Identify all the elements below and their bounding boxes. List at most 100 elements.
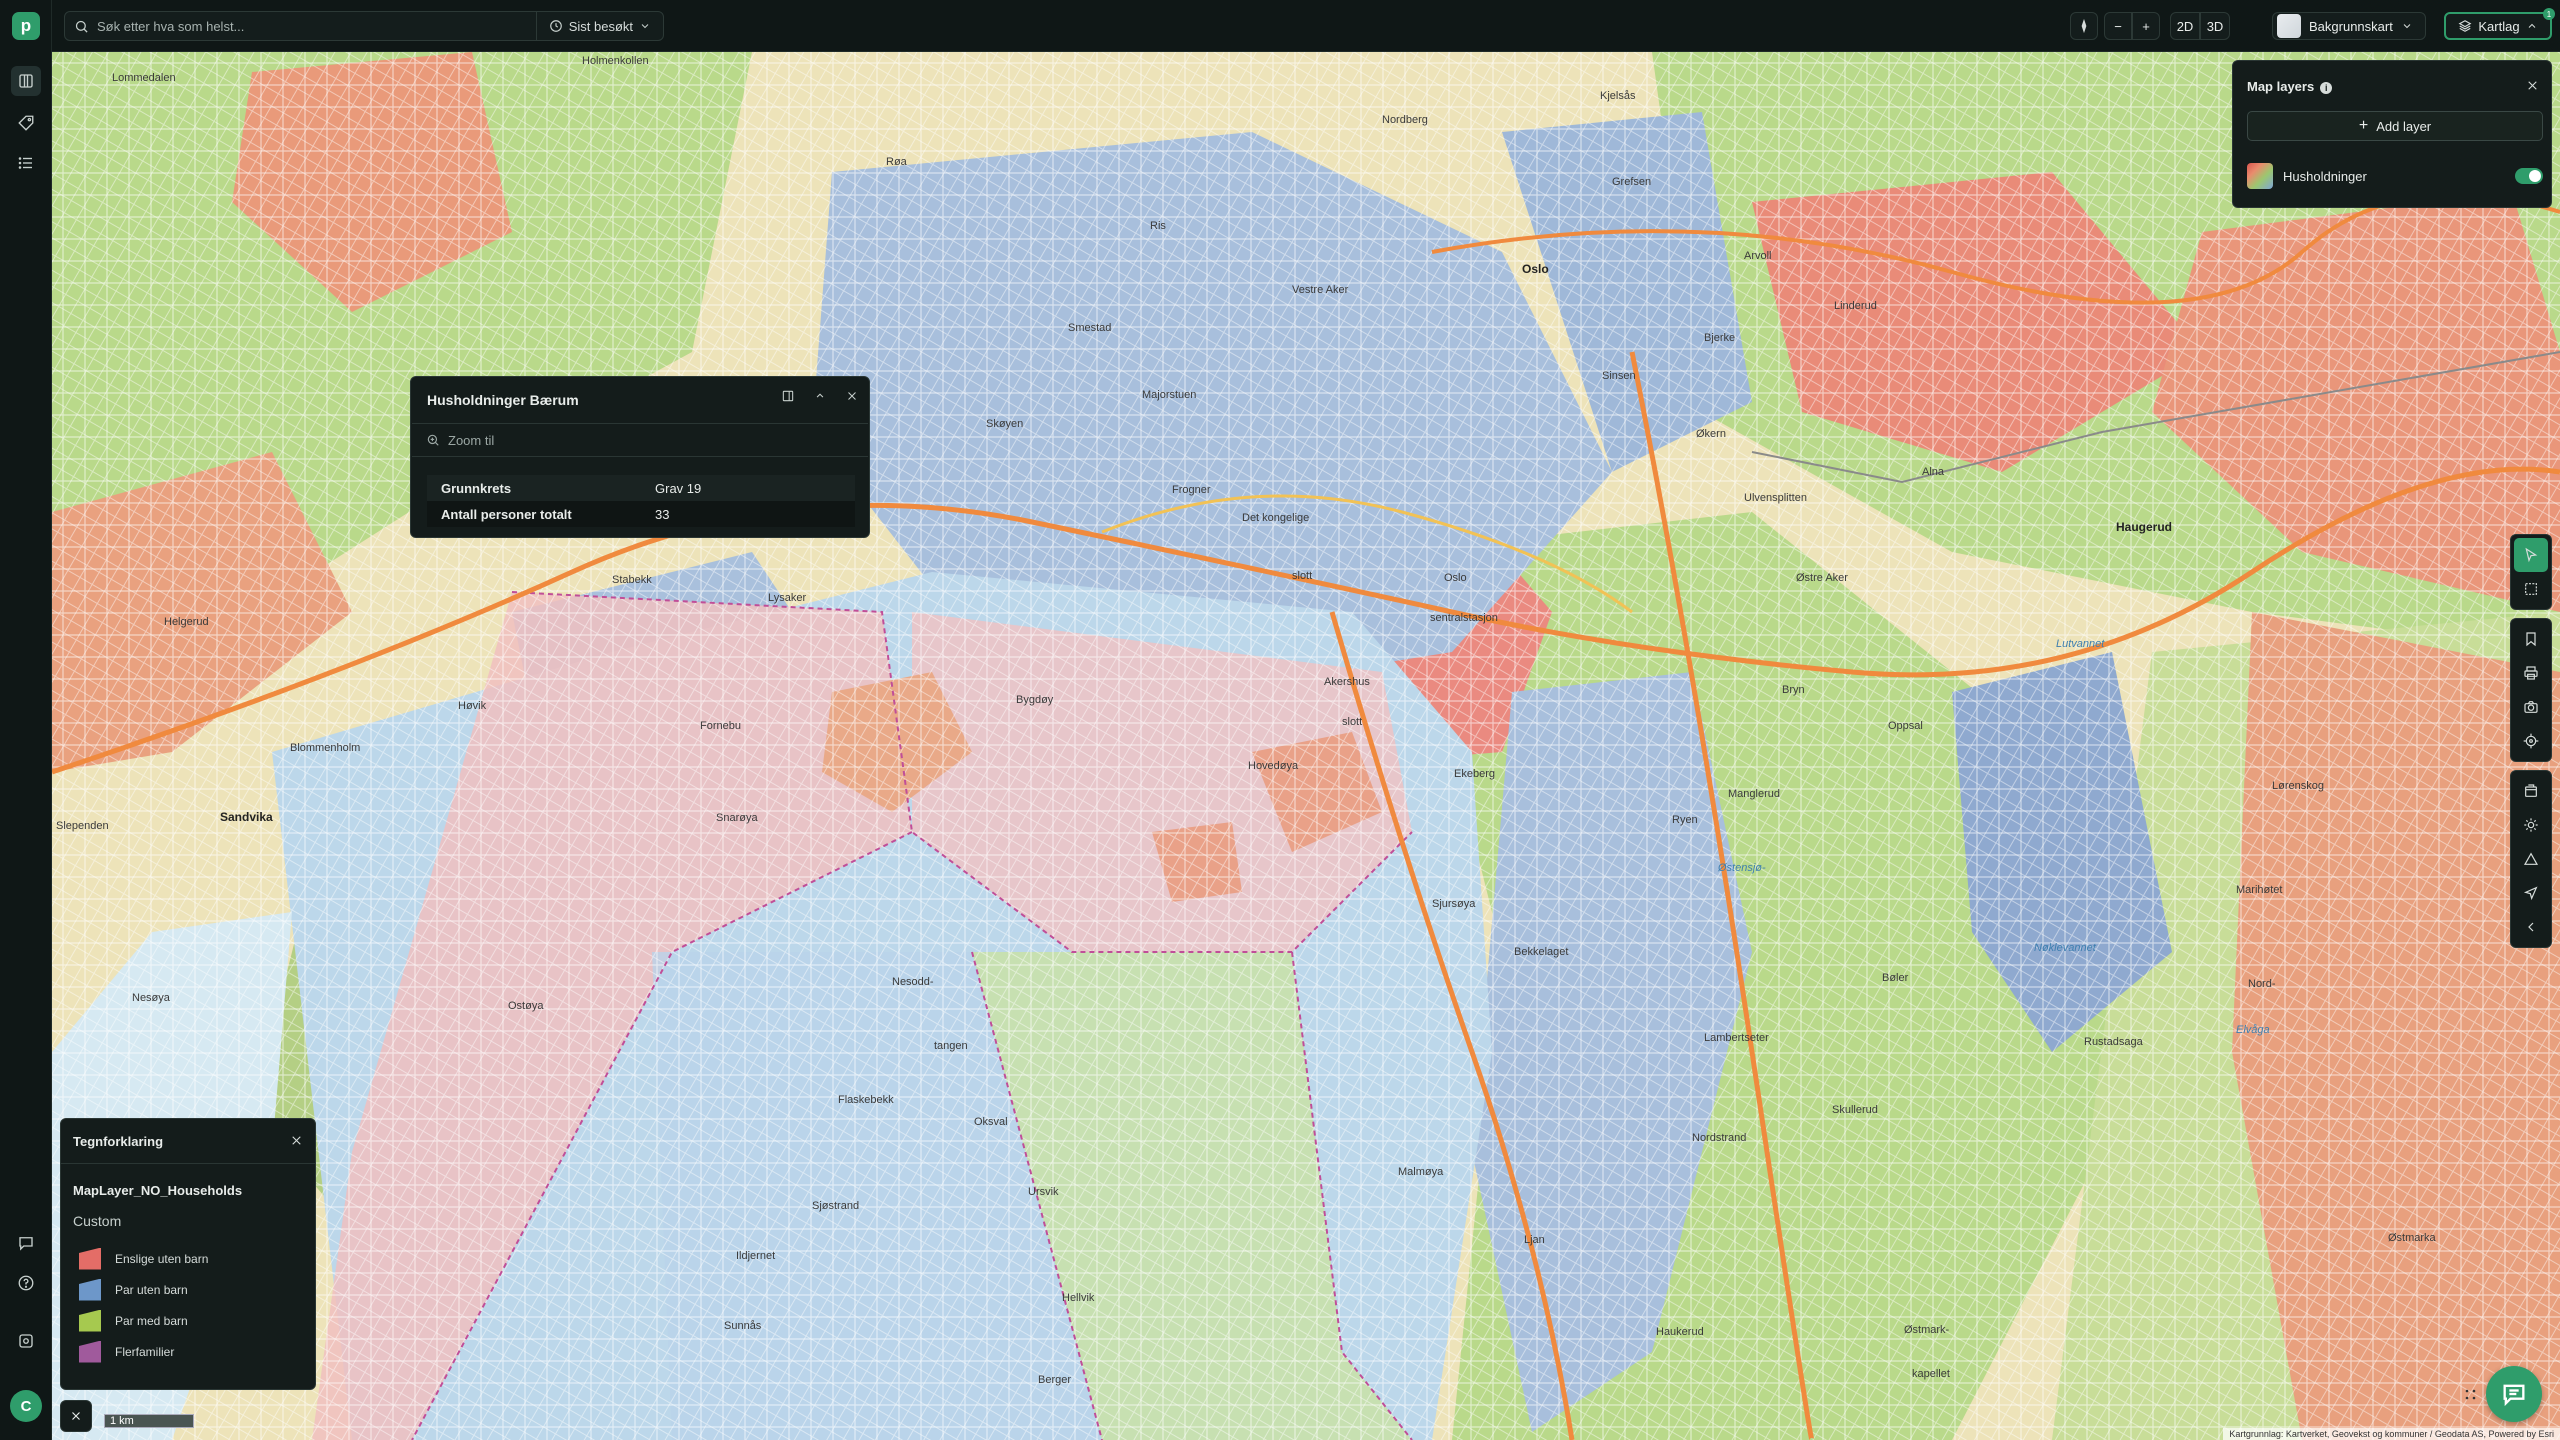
map-label-kapellet: kapellet — [1912, 1368, 1950, 1380]
legend-swatch — [79, 1278, 101, 1301]
collapse-tools-button[interactable] — [2514, 910, 2548, 944]
map-layers-title-text: Map layers — [2247, 79, 2315, 94]
map-label-sjostrand: Sjøstrand — [812, 1200, 860, 1212]
popup-title: Husholdninger Bærum — [427, 392, 579, 408]
help-button[interactable] — [11, 1268, 41, 1298]
layer-name: Husholdninger — [2283, 168, 2367, 184]
recent-label: Sist besøkt — [568, 18, 633, 34]
map-label-ostensjovannet: Østensjø- — [1718, 862, 1766, 874]
map-label-hovik: Høvik — [458, 700, 487, 712]
map-label-snaroya: Snarøya — [716, 812, 758, 824]
layers-button[interactable]: Kartlag 1 — [2444, 8, 2555, 40]
zoom-out-button[interactable]: − — [2104, 12, 2132, 40]
bookmark-button[interactable] — [2514, 622, 2548, 656]
map-label-ris: Ris — [1150, 220, 1166, 232]
zoom-in-button[interactable]: + — [2132, 12, 2160, 40]
map-label-smestad: Smestad — [1068, 322, 1112, 334]
print-button[interactable] — [2514, 656, 2548, 690]
map-label-ljan: Ljan — [1524, 1234, 1545, 1246]
bookmark-icon — [2526, 632, 2536, 647]
map-label-sentralstasjon: sentralstasjon — [1430, 612, 1498, 624]
map-label-bygdoy: Bygdøy — [1016, 694, 1054, 706]
feedback-button[interactable] — [11, 1228, 41, 1258]
layer-visibility-toggle[interactable] — [2515, 168, 2543, 184]
collapse-icon[interactable] — [813, 389, 827, 403]
map-label-oksval: Oksval — [974, 1116, 1008, 1128]
map-label-arvoll: Arvoll — [1744, 250, 1772, 262]
attribute-value: Grav 19 — [641, 475, 855, 501]
close-icon[interactable] — [845, 389, 859, 403]
help-icon — [18, 1275, 34, 1291]
select-tool-button[interactable] — [2514, 538, 2548, 572]
map-label-majorstuen: Majorstuen — [1142, 389, 1197, 401]
map-label-grefsen: Grefsen — [1612, 176, 1652, 188]
mode-2d-button[interactable]: 2D — [2170, 12, 2200, 40]
compass-icon — [2081, 19, 2087, 33]
close-legend-toggle-button[interactable] — [60, 1400, 92, 1432]
user-avatar[interactable]: C — [10, 1390, 42, 1422]
popup-controls — [781, 389, 859, 403]
map-graphic — [52, 52, 2560, 1440]
app-logo[interactable]: p — [12, 12, 40, 40]
map-label-sandvika: Sandvika — [220, 810, 273, 824]
locate-button[interactable] — [2514, 724, 2548, 758]
screenshot-button[interactable] — [2514, 690, 2548, 724]
box-select-icon — [2525, 583, 2537, 595]
camera-icon — [2524, 701, 2538, 713]
map-view-button[interactable] — [11, 66, 41, 96]
legend-panel: Tegnforklaring MapLayer_NO_Households Cu… — [60, 1118, 316, 1390]
legend-divider — [61, 1163, 315, 1164]
compass-button[interactable] — [2070, 12, 2098, 40]
measure-button[interactable] — [2514, 842, 2548, 876]
print-icon — [2524, 666, 2538, 680]
map-label-bryn: Bryn — [1782, 684, 1805, 696]
background-map-dropdown[interactable]: Bakgrunnskart — [2272, 12, 2426, 40]
mode-3d-button[interactable]: 3D — [2200, 12, 2230, 40]
layer-item[interactable]: Husholdninger — [2247, 161, 2543, 191]
dock-panel-icon[interactable] — [781, 389, 795, 403]
legend-item-label: Par uten barn — [115, 1282, 188, 1297]
list-button[interactable] — [11, 148, 41, 178]
map-label-nesodd: Nesodd- — [892, 976, 934, 988]
close-icon — [72, 1412, 80, 1420]
close-layers-button[interactable] — [2523, 76, 2541, 94]
clock-icon — [549, 20, 562, 32]
legend-layer-name: MapLayer_NO_Households — [73, 1183, 243, 1198]
list-icon — [18, 157, 32, 169]
map-label-ostre-aker: Østre Aker — [1796, 572, 1848, 584]
tags-button[interactable] — [11, 108, 41, 138]
map-layers-title: Map layers i — [2247, 79, 2333, 94]
close-legend-button[interactable] — [287, 1131, 305, 1149]
layers-icon — [2458, 20, 2472, 32]
add-layer-label: Add layer — [2376, 118, 2432, 134]
table-row: Antall personer totalt 33 — [427, 501, 855, 527]
recent-dropdown[interactable]: Sist besøkt — [535, 12, 663, 40]
settings-button[interactable] — [11, 1326, 41, 1356]
add-layer-button[interactable]: + Add layer — [2247, 111, 2543, 141]
info-icon[interactable]: i — [2320, 81, 2333, 94]
navigate-button[interactable] — [2514, 876, 2548, 910]
search-input[interactable] — [97, 18, 536, 34]
map-label-slott: slott — [1292, 570, 1313, 582]
light-button[interactable] — [2514, 808, 2548, 842]
map-attribution: Kartgrunnlag: Kartverket, Geovekst og ko… — [2223, 1428, 2560, 1440]
map-label-nesoya: Nesøya — [132, 992, 170, 1004]
utility-tools — [2510, 618, 2552, 762]
map-icon — [19, 74, 33, 88]
chat-button[interactable] — [2486, 1366, 2542, 1422]
map-label-ulvensplitten: Ulvensplitten — [1744, 492, 1807, 504]
tag-icon — [18, 115, 34, 131]
drag-handle-icon[interactable] — [2464, 1388, 2478, 1402]
zoom-to-button[interactable]: Zoom til — [412, 423, 868, 457]
map-label-det-kongelige: Det kongelige — [1242, 512, 1310, 524]
map-canvas[interactable]: Oslo Lommedalen Holmenkollen Vestre Aker… — [52, 52, 2560, 1440]
basemap-tool-button[interactable] — [2514, 774, 2548, 808]
box-select-button[interactable] — [2514, 572, 2548, 606]
map-label-noklevannet: Nøklevannet — [2034, 942, 2096, 954]
attribute-key: Antall personer totalt — [427, 501, 641, 527]
map-label-boler: Bøler — [1882, 972, 1909, 984]
map-label-hovedoya: Hovedøya — [1248, 760, 1299, 772]
legend-swatch — [79, 1309, 101, 1332]
chat-icon — [2503, 1384, 2525, 1407]
zoom-to-label: Zoom til — [448, 432, 495, 448]
